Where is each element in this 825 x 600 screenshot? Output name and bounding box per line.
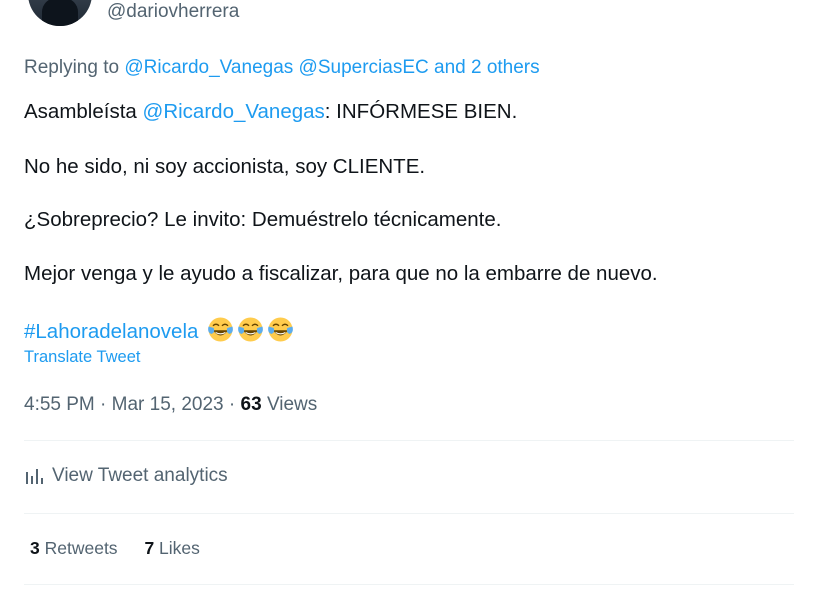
analytics-icon [26,469,43,484]
tears-of-joy-emoji-icon [208,317,233,342]
author-handle[interactable]: @dariovherrera [107,1,239,23]
tweet-text: Asambleísta [24,100,137,123]
tweet-hashtag-line: #Lahoradelanovela [24,316,294,344]
tweet-date[interactable]: Mar 15, 2023 [112,394,224,415]
replying-to-label: Replying to [24,57,120,78]
reply-others-link[interactable]: and 2 others [434,57,540,78]
likes-stat[interactable]: 7 Likes [144,538,199,558]
views-label: Views [266,394,318,415]
translate-tweet-link[interactable]: Translate Tweet [24,348,140,367]
retweets-count: 3 [30,538,40,558]
retweets-label: Retweets [44,538,118,558]
tears-of-joy-emoji-icon [238,317,263,342]
retweets-stat[interactable]: 3 Retweets [30,538,118,558]
likes-label: Likes [159,538,200,558]
author-avatar[interactable] [28,0,92,26]
tweet-meta: 4:55 PM · Mar 15, 2023 · 63 Views [24,394,318,415]
divider [24,440,794,441]
tweet-paragraph-2: No he sido, ni soy accionista, soy CLIEN… [24,155,426,178]
hashtag-link[interactable]: #Lahoradelanovela [24,320,198,343]
likes-count: 7 [144,538,155,558]
tweet-time[interactable]: 4:55 PM [24,394,95,415]
analytics-label: View Tweet analytics [52,465,228,486]
tweet-paragraph-3: ¿Sobreprecio? Le invito: Demuéstrelo téc… [24,208,502,231]
reply-mention-ricardo[interactable]: @Ricardo_Vanegas [124,57,293,78]
tweet-mention-ricardo[interactable]: @Ricardo_Vanegas [143,100,325,123]
divider [24,513,794,514]
view-tweet-analytics-link[interactable]: View Tweet analytics [24,465,228,487]
reply-mention-supercias[interactable]: @SuperciasEC [299,57,429,78]
tweet-stats: 3 Retweets 7 Likes [30,538,222,559]
tweet-text: : INFÓRMESE BIEN. [324,100,518,123]
views-count: 63 [240,394,262,415]
replying-to-line: Replying to @Ricardo_Vanegas @SuperciasE… [24,57,540,79]
tweet-paragraph-1: Asambleísta @Ricardo_Vanegas: INFÓRMESE … [24,100,517,124]
divider [24,584,794,585]
tears-of-joy-emoji-icon [268,317,293,342]
tweet-paragraph-4: Mejor venga y le ayudo a fiscalizar, par… [24,262,658,285]
